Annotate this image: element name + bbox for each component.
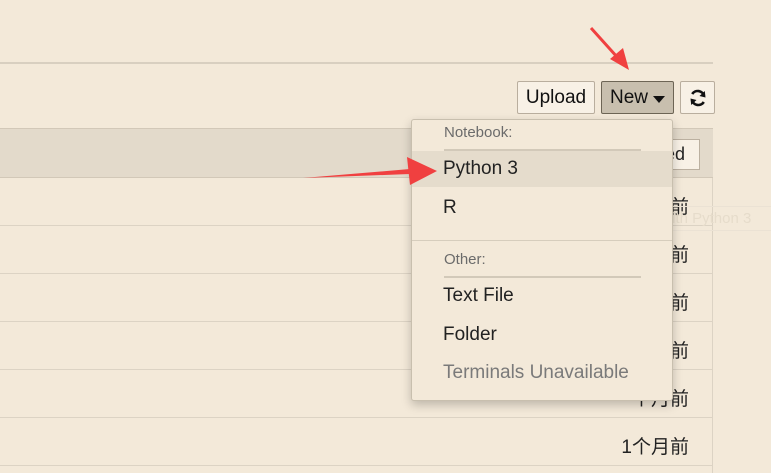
arrow-to-python3-icon <box>303 157 437 185</box>
annotation-arrows <box>303 26 629 185</box>
arrow-to-new-icon <box>589 26 629 70</box>
